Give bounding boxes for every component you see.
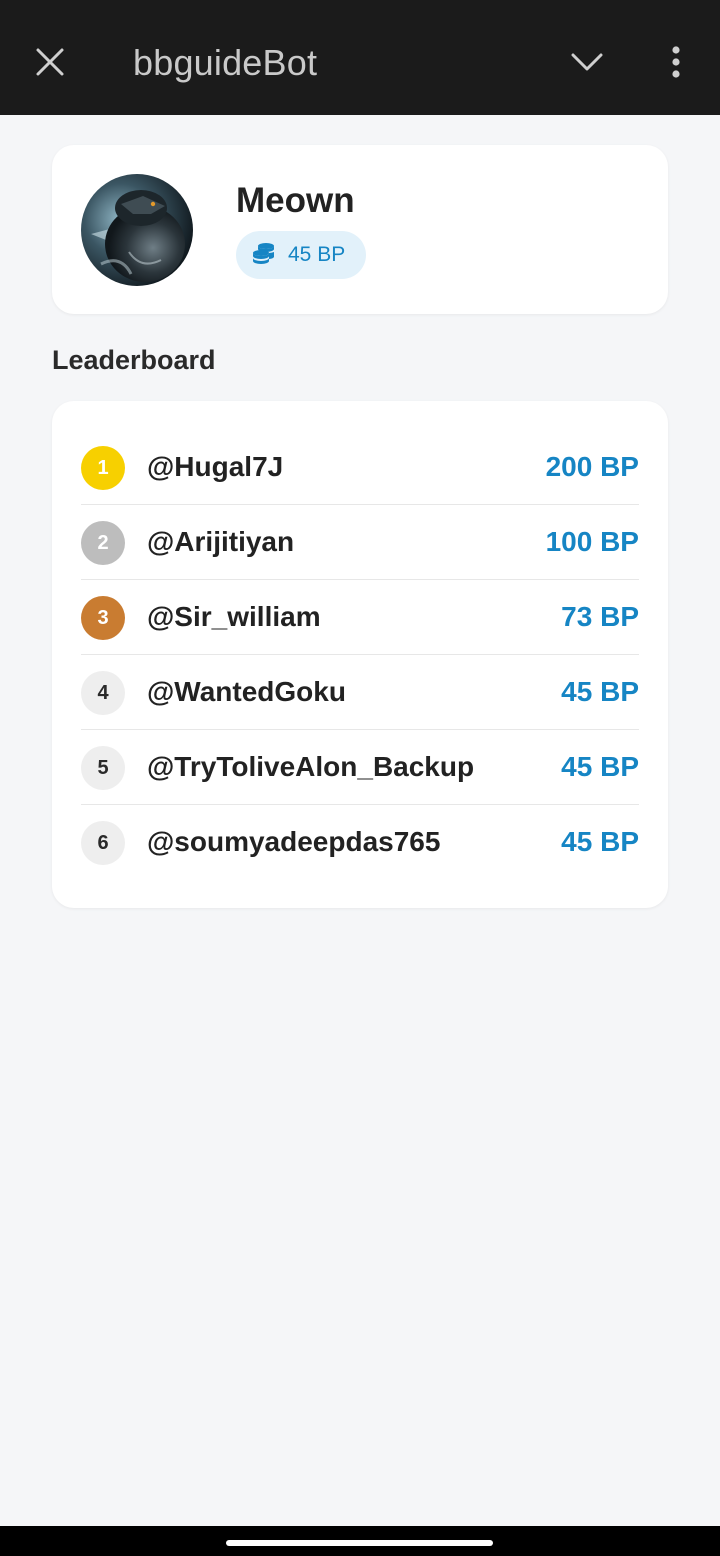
- user-score: 45 BP: [561, 751, 639, 782]
- header-title: bbguideBot: [133, 42, 318, 83]
- points-badge: 45 BP: [236, 231, 366, 279]
- leaderboard-card: 1 @Hugal7J 200 BP 2 @Arijitiyan 100 BP 3 @Sir_w…: [52, 401, 668, 908]
- rank-badge: 3: [81, 596, 125, 640]
- leaderboard-list: 1 @Hugal7J 200 BP 2 @Arijitiyan 100 BP 3 @Sir_w…: [81, 430, 639, 880]
- leaderboard-row: 2 @Arijitiyan 100 BP: [81, 505, 639, 580]
- chevron-down-icon: [571, 52, 603, 77]
- rank-badge: 2: [81, 521, 125, 565]
- points-value: 45 BP: [288, 243, 346, 266]
- profile-name: Meown: [236, 181, 355, 220]
- user-score: 45 BP: [561, 826, 639, 857]
- collapse-button[interactable]: [559, 36, 615, 92]
- leaderboard-title: Leaderboard: [52, 345, 216, 375]
- user-handle: @TryToliveAlon_Backup: [147, 751, 475, 782]
- avatar: [81, 174, 193, 286]
- user-handle: @Hugal7J: [147, 451, 284, 482]
- rank-badge: 4: [81, 671, 125, 715]
- coins-stack-icon: [252, 241, 276, 270]
- leaderboard-row: 5 @TryToliveAlon_Backup 45 BP: [81, 730, 639, 805]
- user-score: 200 BP: [545, 451, 639, 482]
- user-score: 100 BP: [545, 526, 639, 557]
- rank-badge: 1: [81, 446, 125, 490]
- close-button[interactable]: [22, 36, 78, 92]
- user-handle: @Sir_william: [147, 601, 321, 632]
- rank-badge: 5: [81, 746, 125, 790]
- leaderboard-row: 4 @WantedGoku 45 BP: [81, 655, 639, 730]
- user-handle: @Arijitiyan: [147, 526, 295, 557]
- user-score: 45 BP: [561, 676, 639, 707]
- close-icon: [35, 47, 65, 82]
- user-handle: @soumyadeepdas765: [147, 826, 441, 857]
- user-score: 73 BP: [561, 601, 639, 632]
- home-indicator[interactable]: [226, 1540, 493, 1546]
- profile-card: Meown 45 BP: [52, 145, 668, 314]
- more-vertical-icon: [671, 45, 681, 83]
- more-options-button[interactable]: [652, 36, 700, 92]
- rank-badge: 6: [81, 821, 125, 865]
- app-header: bbguideBot: [0, 0, 720, 115]
- leaderboard-row: 6 @soumyadeepdas765 45 BP: [81, 805, 639, 880]
- system-nav-bar: [0, 1526, 720, 1556]
- leaderboard-row: 1 @Hugal7J 200 BP: [81, 430, 639, 505]
- user-handle: @WantedGoku: [147, 676, 346, 707]
- leaderboard-row: 3 @Sir_william 73 BP: [81, 580, 639, 655]
